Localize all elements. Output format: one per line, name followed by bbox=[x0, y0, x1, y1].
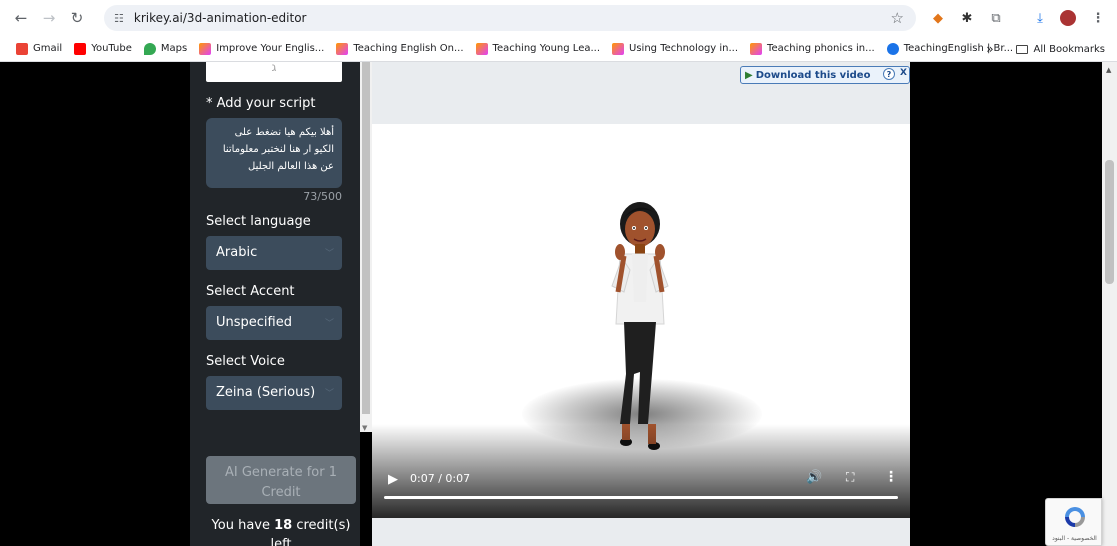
language-select[interactable]: Arabic ﹀ bbox=[206, 236, 342, 270]
extension-icon[interactable]: ✱ bbox=[957, 8, 977, 28]
accent-value: Unspecified bbox=[216, 315, 292, 330]
bookmark-teaching-english-online[interactable]: Teaching English On... bbox=[336, 42, 464, 55]
volume-icon[interactable]: 🔊 bbox=[806, 470, 822, 485]
recaptcha-privacy-text[interactable]: الخصوصية - البنود bbox=[1048, 535, 1101, 542]
bookmarks-bar: Gmail YouTube Maps Improve Your Englis..… bbox=[0, 36, 1117, 62]
download-video-button[interactable]: ▶ Download this video ? X bbox=[740, 66, 910, 84]
more-options-icon[interactable]: ⋮ bbox=[884, 469, 898, 485]
sidebar-scrollbar[interactable]: ▼ bbox=[360, 62, 372, 432]
voice-label: Select Voice bbox=[206, 354, 285, 369]
chevron-down-icon: ﹀ bbox=[324, 249, 334, 259]
scroll-up-arrow-icon[interactable]: ▲ bbox=[1106, 66, 1111, 74]
bookmark-using-technology[interactable]: Using Technology in... bbox=[612, 42, 738, 55]
credits-text: You have 18 credit(s) left bbox=[211, 518, 351, 546]
address-bar[interactable]: ☷ krikey.ai/3d-animation-editor ☆ bbox=[104, 5, 916, 31]
video-panel: ▶ Download this video ? X ▶ 0:07 / 0:07 … bbox=[372, 62, 910, 546]
bookmark-gmail[interactable]: Gmail bbox=[16, 42, 62, 55]
browser-toolbar: ← → ↻ ☷ krikey.ai/3d-animation-editor ☆ … bbox=[0, 0, 1117, 36]
credits-count: 18 bbox=[274, 518, 293, 533]
language-value: Arabic bbox=[216, 245, 258, 260]
bookmark-youtube[interactable]: YouTube bbox=[74, 42, 132, 55]
bookmark-favicon-icon bbox=[750, 42, 763, 55]
page-scrollbar[interactable]: ▲ bbox=[1102, 62, 1117, 546]
below-video-area bbox=[372, 518, 910, 546]
video-progress-bar[interactable] bbox=[384, 496, 898, 499]
bookmark-favicon-icon bbox=[336, 42, 349, 55]
extensions-puzzle-icon[interactable]: ⧉ bbox=[986, 8, 1006, 28]
recaptcha-icon bbox=[1065, 507, 1085, 527]
bookmark-teaching-young-learners[interactable]: Teaching Young Lea... bbox=[475, 42, 600, 55]
bookmark-star-icon[interactable]: ☆ bbox=[891, 9, 904, 27]
page-scroll-thumb[interactable] bbox=[1105, 160, 1114, 284]
maps-icon bbox=[143, 42, 156, 55]
back-icon[interactable]: ← bbox=[10, 7, 32, 29]
bookmark-teaching-phonics[interactable]: Teaching phonics in... bbox=[750, 42, 875, 55]
bookmark-improve-english[interactable]: Improve Your Englis... bbox=[199, 42, 324, 55]
help-icon[interactable]: ? bbox=[883, 68, 895, 80]
video-time: 0:07 / 0:07 bbox=[410, 472, 471, 485]
site-info-icon[interactable]: ☷ bbox=[114, 12, 124, 25]
script-char-counter: 73/500 bbox=[303, 190, 342, 203]
chevron-down-icon: ﹀ bbox=[324, 319, 334, 329]
language-label: Select language bbox=[206, 214, 311, 229]
bookmark-favicon-icon bbox=[612, 42, 625, 55]
sidebar-scroll-thumb[interactable] bbox=[362, 62, 370, 414]
reload-icon[interactable]: ↻ bbox=[66, 7, 88, 29]
editor-sidebar: ג * Add your script أهلا بيكم هيا نضغط ع… bbox=[190, 62, 360, 546]
accent-label: Select Accent bbox=[206, 284, 295, 299]
metamask-extension-icon[interactable]: ◆ bbox=[928, 8, 948, 28]
bookmarks-overflow-button[interactable]: » bbox=[986, 42, 993, 56]
bookmarks-right: » All Bookmarks bbox=[986, 42, 1105, 56]
chevron-down-icon: ﹀ bbox=[324, 389, 334, 399]
script-textarea[interactable]: أهلا بيكم هيا نضغط على الكيو ار هنا لنخت… bbox=[206, 118, 342, 188]
voice-value: Zeina (Serious) bbox=[216, 385, 316, 400]
close-icon[interactable]: X bbox=[900, 68, 907, 78]
video-controls: ▶ 0:07 / 0:07 🔊 ⛶ ⋮ bbox=[372, 424, 910, 518]
forward-icon[interactable]: → bbox=[38, 7, 60, 29]
bookmark-favicon-icon bbox=[886, 42, 899, 55]
bookmark-favicon-icon bbox=[475, 42, 488, 55]
scroll-down-arrow-icon[interactable]: ▼ bbox=[362, 424, 367, 432]
accent-select[interactable]: Unspecified ﹀ bbox=[206, 306, 342, 340]
gmail-icon bbox=[16, 42, 28, 55]
bookmark-maps[interactable]: Maps bbox=[143, 42, 187, 55]
all-bookmarks-button[interactable]: All Bookmarks bbox=[1034, 44, 1105, 55]
bookmark-favicon-icon bbox=[199, 42, 212, 55]
youtube-icon bbox=[74, 42, 87, 55]
url-text: krikey.ai/3d-animation-editor bbox=[133, 11, 307, 25]
video-player[interactable]: ▶ 0:07 / 0:07 🔊 ⛶ ⋮ bbox=[372, 124, 910, 518]
fullscreen-icon[interactable]: ⛶ bbox=[846, 470, 854, 485]
voice-select[interactable]: Zeina (Serious) ﹀ bbox=[206, 376, 342, 410]
menu-kebab-icon[interactable]: ⋮ bbox=[1088, 8, 1108, 28]
page-viewport: ג * Add your script أهلا بيكم هيا نضغط ع… bbox=[0, 62, 1117, 546]
profile-avatar[interactable] bbox=[1058, 8, 1078, 28]
recaptcha-badge[interactable]: الخصوصية - البنود bbox=[1045, 498, 1102, 546]
play-triangle-icon: ▶ bbox=[745, 69, 753, 81]
script-label: * Add your script bbox=[206, 96, 316, 111]
play-icon[interactable]: ▶ bbox=[388, 472, 398, 487]
ai-generate-button[interactable]: AI Generate for 1 Credit bbox=[206, 456, 356, 504]
download-icon[interactable]: ⤓ bbox=[1030, 8, 1050, 28]
character-thumbnail[interactable]: ג bbox=[206, 62, 342, 82]
folder-icon bbox=[1015, 44, 1028, 54]
